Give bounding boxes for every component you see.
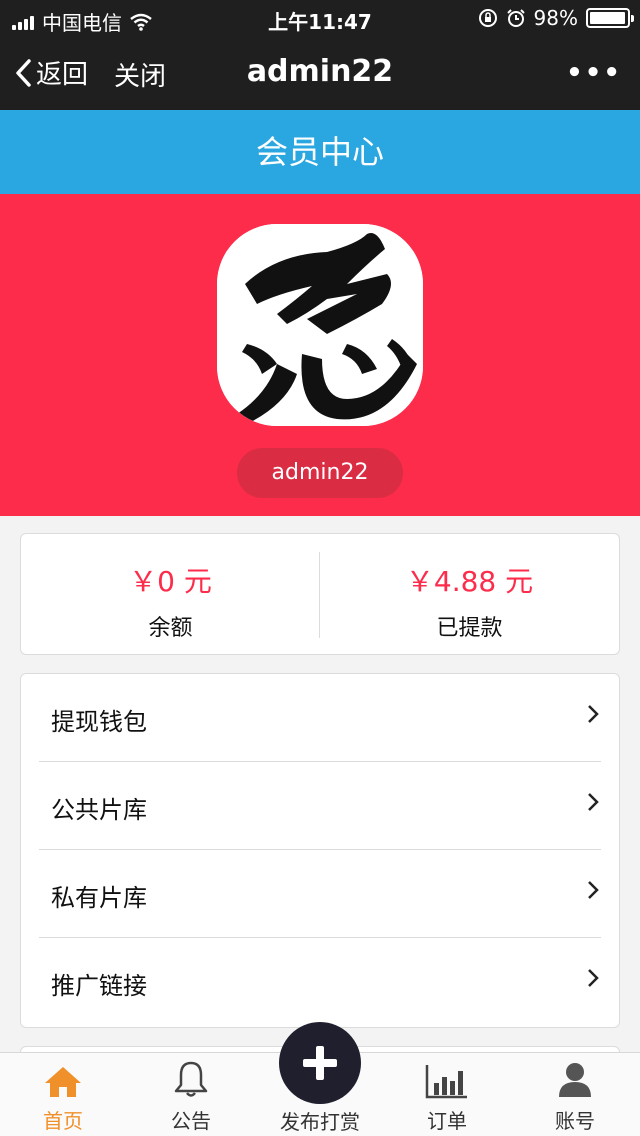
menu-item-label: 私有片库 bbox=[51, 884, 147, 912]
publish-reward-button[interactable] bbox=[279, 1022, 361, 1104]
withdrawn-label: 已提款 bbox=[436, 616, 503, 641]
tab-label: 订单 bbox=[427, 1109, 467, 1133]
rotation-lock-icon bbox=[478, 9, 497, 27]
calligraphy-ren-icon bbox=[217, 224, 423, 426]
plus-icon bbox=[303, 1046, 337, 1080]
chevron-right-icon bbox=[588, 969, 599, 987]
user-icon bbox=[559, 1063, 591, 1097]
menu-item-wallet[interactable]: 提现钱包 bbox=[39, 674, 601, 762]
chevron-right-icon bbox=[588, 705, 599, 723]
stat-withdrawn[interactable]: ￥4.88 元 已提款 bbox=[320, 534, 619, 654]
stats-divider bbox=[319, 552, 320, 638]
balance-amount: ￥0 元 bbox=[129, 565, 212, 598]
tab-orders[interactable]: 订单 bbox=[392, 1059, 502, 1134]
menu-item-promo-link[interactable]: 推广链接 bbox=[39, 938, 601, 1026]
battery-icon bbox=[586, 8, 634, 28]
bar-chart-icon bbox=[425, 1065, 467, 1099]
menu-list: 提现钱包 公共片库 私有片库 推广链接 bbox=[20, 673, 620, 1028]
profile-banner: admin22 bbox=[0, 194, 640, 516]
chevron-right-icon bbox=[588, 793, 599, 811]
menu-item-private-library[interactable]: 私有片库 bbox=[39, 850, 601, 938]
chevron-right-icon bbox=[588, 881, 599, 899]
carrier-label: 中国电信 bbox=[42, 11, 122, 35]
status-right: 98% bbox=[478, 6, 634, 30]
chevron-left-icon bbox=[16, 58, 31, 87]
menu-item-public-library[interactable]: 公共片库 bbox=[39, 762, 601, 850]
tab-account[interactable]: 账号 bbox=[520, 1059, 630, 1134]
stat-balance[interactable]: ￥0 元 余额 bbox=[21, 534, 320, 654]
bell-icon bbox=[174, 1061, 208, 1097]
withdrawn-amount: ￥4.88 元 bbox=[405, 565, 534, 598]
avatar[interactable] bbox=[217, 224, 423, 426]
balance-label: 余额 bbox=[148, 616, 193, 641]
nav-bar: 返回 关闭 admin22 ••• bbox=[0, 36, 640, 110]
publish-reward-label: 发布打赏 bbox=[280, 1110, 360, 1134]
menu-item-label: 推广链接 bbox=[51, 972, 147, 1000]
signal-icon bbox=[12, 14, 34, 30]
balance-stats: ￥0 元 余额 ￥4.88 元 已提款 bbox=[20, 533, 620, 655]
tab-label: 首页 bbox=[43, 1109, 83, 1133]
alarm-icon bbox=[506, 9, 525, 27]
home-icon bbox=[45, 1067, 81, 1097]
tab-home[interactable]: 首页 bbox=[8, 1059, 118, 1134]
status-bar: 中国电信 上午11:47 98% bbox=[0, 0, 640, 36]
more-button[interactable]: ••• bbox=[566, 58, 622, 88]
back-button[interactable]: 返回 bbox=[14, 54, 88, 91]
page-header: 会员中心 bbox=[0, 110, 640, 194]
tab-notice[interactable]: 公告 bbox=[136, 1059, 246, 1134]
wifi-icon bbox=[130, 13, 152, 31]
nav-title: admin22 bbox=[246, 54, 394, 89]
battery-percent: 98% bbox=[533, 6, 578, 30]
username-badge: admin22 bbox=[237, 448, 403, 498]
close-button[interactable]: 关闭 bbox=[114, 56, 166, 93]
menu-item-label: 公共片库 bbox=[51, 796, 147, 824]
tab-label: 公告 bbox=[171, 1109, 211, 1133]
back-label: 返回 bbox=[36, 60, 89, 90]
status-left: 中国电信 bbox=[12, 7, 152, 36]
tab-label: 账号 bbox=[555, 1109, 595, 1133]
menu-item-label: 提现钱包 bbox=[51, 708, 147, 736]
